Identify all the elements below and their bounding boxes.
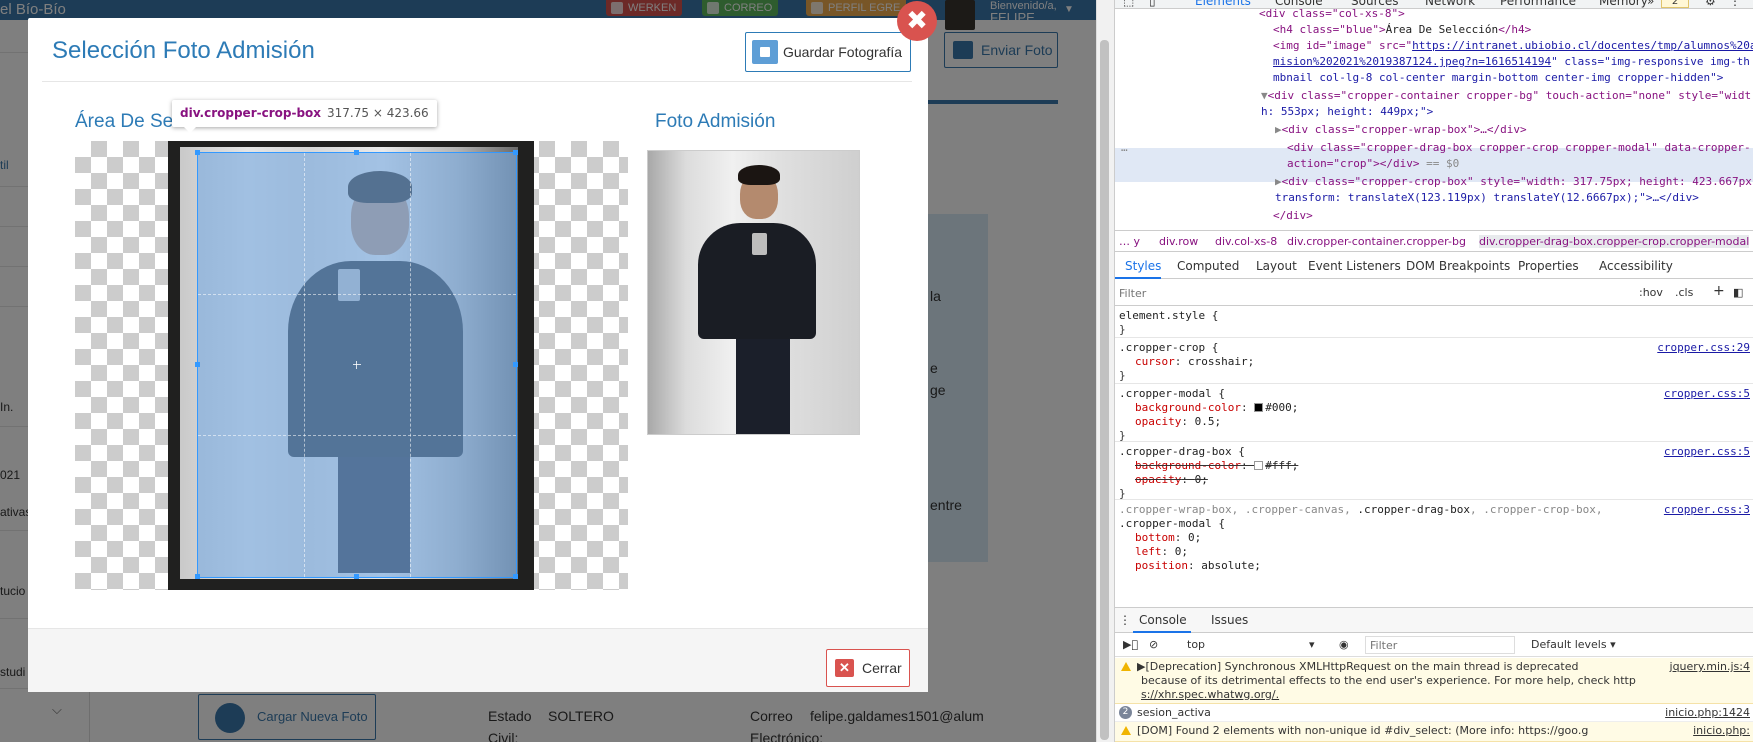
stylesheet-link[interactable]: cropper.css:5 (1664, 387, 1750, 400)
class-toggle[interactable]: .cls (1675, 286, 1693, 299)
device-toolbar-icon[interactable]: ▯ (1149, 0, 1156, 8)
tab-accessibility[interactable]: Accessibility (1599, 259, 1673, 273)
console-source-link[interactable]: inicio.php: (1693, 724, 1750, 737)
tab-issues[interactable]: Issues (1211, 613, 1248, 627)
drawer-menu-icon[interactable]: ⋮ (1119, 613, 1131, 627)
breadcrumb-item[interactable]: div.col-xs-8 (1215, 235, 1277, 248)
breadcrumb-item[interactable]: … y (1119, 235, 1140, 248)
styles-pane: element.style { } .cropper-crop { croppe… (1115, 306, 1753, 608)
context-select[interactable]: top (1187, 638, 1205, 651)
crop-handle[interactable] (195, 150, 200, 155)
console-message: 2 sesion_activa inicio.php:1424 (1115, 704, 1753, 722)
breadcrumb-item[interactable]: div.cropper-container.cropper-bg (1287, 235, 1466, 248)
context-select-caret-icon[interactable]: ▾ (1309, 638, 1315, 651)
hover-state-toggle[interactable]: :hov (1639, 286, 1663, 299)
admission-photo-heading: Foto Admisión (655, 111, 776, 132)
toggle-sidebar-icon[interactable]: ◧ (1733, 286, 1743, 299)
tab-dom-breakpoints[interactable]: DOM Breakpoints (1406, 259, 1510, 273)
stylesheet-link[interactable]: cropper.css:5 (1664, 445, 1750, 458)
photo-selection-modal: Selección Foto Admisión Guardar Fotograf… (28, 18, 928, 692)
close-icon: ✕ (835, 659, 854, 677)
style-rule: element.style { } (1115, 306, 1753, 338)
tab-properties[interactable]: Properties (1518, 259, 1579, 273)
dom-node[interactable]: ▶<div class="cropper-wrap-box">…</div> (1275, 122, 1527, 137)
breadcrumb-item[interactable]: div.row (1159, 235, 1198, 248)
warning-icon (1121, 662, 1131, 671)
console-message-warning: [DOM] Found 2 elements with non-unique i… (1115, 722, 1753, 742)
devtools-tabs: ⬚ ▯ Elements Console Sources Network Per… (1115, 0, 1753, 9)
crop-handle[interactable] (354, 574, 359, 579)
tab-styles[interactable]: Styles (1125, 259, 1161, 273)
crop-handle[interactable] (195, 574, 200, 579)
more-options-icon[interactable]: ⋮ (1729, 0, 1741, 8)
tab-elements[interactable]: Elements (1195, 0, 1251, 8)
style-rule: .cropper-drag-box { cropper.css:5 backgr… (1115, 442, 1753, 500)
console-message-warning: ▶[Deprecation] Synchronous XMLHttpReques… (1115, 658, 1753, 704)
dom-node[interactable]: <h4 class="blue">Área De Selección</h4> (1273, 22, 1531, 37)
tab-computed[interactable]: Computed (1177, 259, 1239, 273)
modal-footer: ✕ Cerrar (28, 628, 928, 692)
repeat-count-badge: 2 (1119, 706, 1132, 719)
console-source-link[interactable]: inicio.php:1424 (1665, 706, 1750, 719)
modal-close-x-icon[interactable]: ✖ (897, 1, 937, 41)
element-inspector-tooltip: div.cropper-crop-box 317.75 × 423.66 (172, 100, 437, 133)
styles-subtabs: Styles Computed Layout Event Listeners D… (1115, 253, 1753, 279)
more-tabs-icon[interactable]: » (1647, 0, 1654, 8)
dom-node[interactable]: ▼<div class="cropper-container cropper-b… (1261, 88, 1751, 103)
console-filter-input[interactable] (1365, 636, 1515, 654)
tab-console-drawer[interactable]: Console (1139, 613, 1187, 627)
modal-title: Selección Foto Admisión (52, 37, 315, 64)
style-rule: .cropper-crop { cropper.css:29 cursor: c… (1115, 338, 1753, 384)
breadcrumb-item-selected[interactable]: div.cropper-drag-box.cropper-crop.croppe… (1479, 235, 1750, 248)
color-swatch[interactable] (1254, 461, 1264, 470)
dom-tree: <div class="col-xs-8"> <h4 class="blue">… (1115, 7, 1753, 230)
tab-layout[interactable]: Layout (1256, 259, 1297, 273)
add-rule-icon[interactable]: + (1713, 283, 1725, 299)
tab-memory[interactable]: Memory (1599, 0, 1648, 8)
dom-node-menu-icon[interactable]: … (1121, 140, 1128, 155)
drawer-tabs: ⋮ Console Issues (1115, 607, 1753, 633)
dom-breadcrumb: … y div.row div.col-xs-8 div.cropper-con… (1115, 230, 1753, 252)
floppy-disk-icon (752, 40, 778, 64)
console-source-link[interactable]: jquery.min.js:4 (1670, 660, 1750, 673)
warning-count-badge[interactable]: 2 (1661, 0, 1689, 8)
console-toolbar: ▶⃞ ⊘ top ▾ ◉ Default levels ▾ (1115, 633, 1753, 657)
clear-console-icon[interactable]: ⊘ (1149, 638, 1158, 651)
crop-handle[interactable] (513, 362, 518, 367)
tab-performance[interactable]: Performance (1500, 0, 1576, 8)
warning-icon (1121, 726, 1131, 735)
log-levels-select[interactable]: Default levels ▾ (1531, 638, 1616, 651)
devtools-panel: ⬚ ▯ Elements Console Sources Network Per… (1114, 0, 1753, 742)
stylesheet-link[interactable]: cropper.css:29 (1657, 341, 1750, 354)
color-swatch[interactable] (1254, 403, 1264, 412)
admission-photo-preview (647, 150, 860, 435)
tab-network[interactable]: Network (1425, 0, 1475, 8)
modal-divider (42, 81, 912, 82)
gear-icon[interactable]: ⚙ (1705, 0, 1716, 8)
crop-center-icon (353, 361, 361, 369)
dom-node[interactable]: ▶<div class="cropper-crop-box" style="wi… (1275, 174, 1752, 189)
dom-node[interactable]: <img id="image" src="https://intranet.ub… (1273, 38, 1753, 53)
page-scrollbar-thumb[interactable] (1100, 40, 1109, 740)
styles-filter-input[interactable] (1119, 284, 1629, 302)
live-expression-eye-icon[interactable]: ◉ (1339, 638, 1349, 651)
tab-event-listeners[interactable]: Event Listeners (1308, 259, 1401, 273)
show-sidebar-icon[interactable]: ▶⃞ (1123, 638, 1138, 651)
close-button[interactable]: ✕ Cerrar (826, 649, 910, 687)
crop-handle[interactable] (195, 362, 200, 367)
crop-handle[interactable] (513, 150, 518, 155)
inspect-icon[interactable]: ⬚ (1123, 0, 1134, 8)
crop-handle[interactable] (354, 150, 359, 155)
save-photo-button[interactable]: Guardar Fotografía (745, 32, 911, 72)
crop-box[interactable] (195, 150, 518, 579)
stylesheet-link[interactable]: cropper.css:3 (1664, 503, 1750, 516)
styles-filter-bar: :hov .cls + ◧ (1115, 280, 1753, 306)
cropper-container[interactable] (75, 141, 628, 590)
crop-handle[interactable] (513, 574, 518, 579)
style-rule: .cropper-modal { cropper.css:5 backgroun… (1115, 384, 1753, 442)
style-rule: .cropper-wrap-box, .cropper-canvas, .cro… (1119, 503, 1750, 572)
